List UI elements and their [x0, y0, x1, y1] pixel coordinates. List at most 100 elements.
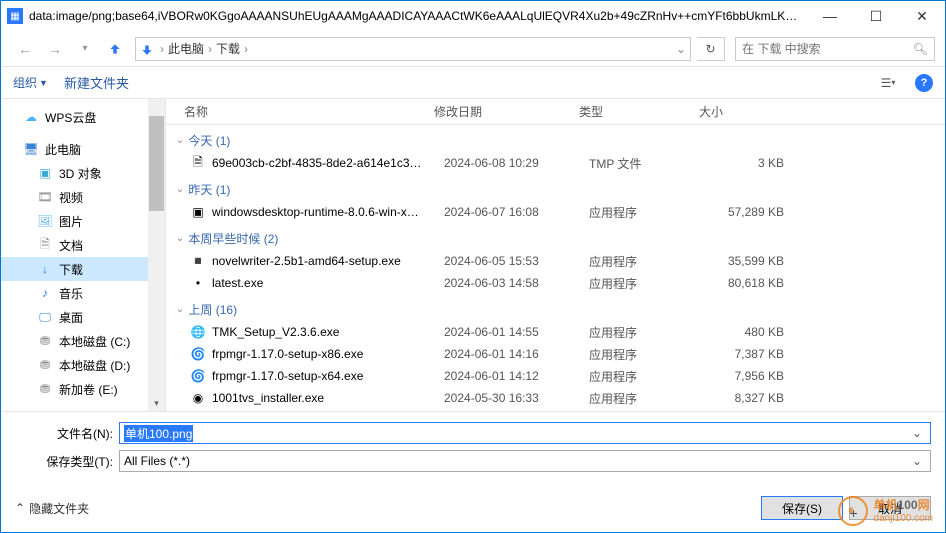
- file-row[interactable]: •latest.exe2024-06-03 14:58应用程序80,618 KB: [176, 272, 945, 294]
- file-icon: 🗎: [190, 155, 206, 171]
- help-button[interactable]: ?: [915, 74, 933, 92]
- file-date: 2024-06-01 14:16: [444, 347, 589, 361]
- file-type: 应用程序: [589, 390, 709, 407]
- file-type: TMP 文件: [589, 155, 709, 172]
- file-icon: •: [190, 275, 206, 291]
- group-header[interactable]: ⌄本周早些时候 (2): [176, 227, 945, 250]
- file-row[interactable]: ◉1001tvs_installer.exe2024-05-30 16:33应用…: [176, 387, 945, 409]
- sidebar-item-videos[interactable]: 🎞视频: [1, 185, 165, 209]
- file-row[interactable]: 🌀frpmgr-1.17.0-setup-x86.exe2024-06-01 1…: [176, 343, 945, 365]
- maximize-button[interactable]: ☐: [853, 1, 899, 31]
- nav-back-button[interactable]: ←: [11, 35, 39, 63]
- file-size: 7,387 KB: [709, 347, 784, 361]
- pc-icon: 🖥: [23, 141, 39, 157]
- file-icon: ◉: [190, 390, 206, 406]
- desktop-icon: 🖵: [37, 309, 53, 325]
- file-name: 1001tvs_installer.exe: [212, 391, 444, 405]
- column-headers: 名称 修改日期 类型 大小: [166, 99, 945, 125]
- sidebar-item-pc[interactable]: 🖥此电脑: [1, 137, 165, 161]
- file-icon: ▣: [190, 204, 206, 220]
- cancel-button[interactable]: 取消: [849, 496, 931, 520]
- save-form: 文件名(N): 单机100.png⌄ 保存类型(T): All Files (*…: [1, 411, 945, 488]
- file-date: 2024-06-08 10:29: [444, 156, 589, 170]
- sidebar-item-desktop[interactable]: 🖵桌面: [1, 305, 165, 329]
- breadcrumb-dropdown-icon[interactable]: ⌄: [676, 42, 686, 56]
- group-header[interactable]: ⌄昨天 (1): [176, 178, 945, 201]
- close-button[interactable]: ✕: [899, 1, 945, 31]
- sidebar-item-disk-e[interactable]: ⛃新加卷 (E:): [1, 377, 165, 401]
- search-box[interactable]: 🔍︎: [735, 37, 935, 61]
- breadcrumb[interactable]: › 此电脑 › 下载 › ⌄: [135, 37, 691, 61]
- search-input[interactable]: [742, 42, 913, 56]
- file-date: 2024-06-01 14:12: [444, 369, 589, 383]
- file-type: 应用程序: [589, 253, 709, 270]
- search-icon[interactable]: 🔍︎: [913, 42, 928, 56]
- sidebar-item-downloads[interactable]: ↓下载: [1, 257, 165, 281]
- toolbar: 组织 ▼ 新建文件夹 ☰▾ ?: [1, 67, 945, 99]
- sidebar-item-music[interactable]: ♪音乐: [1, 281, 165, 305]
- view-options-button[interactable]: ☰▾: [877, 72, 899, 94]
- file-type: 应用程序: [589, 275, 709, 292]
- file-name: 69e003cb-c2bf-4835-8de2-a614e1c3…: [212, 156, 444, 170]
- header-date[interactable]: 修改日期: [426, 103, 571, 120]
- file-name: novelwriter-2.5b1-amd64-setup.exe: [212, 254, 444, 268]
- nav-recent-dropdown[interactable]: ▾: [71, 35, 99, 63]
- nav-up-button[interactable]: [101, 35, 129, 63]
- file-row[interactable]: 🌐TMK_Setup_V2.3.6.exe2024-06-01 14:55应用程…: [176, 321, 945, 343]
- header-name[interactable]: 名称: [166, 103, 426, 120]
- sidebar-item-disk-d[interactable]: ⛃本地磁盘 (D:): [1, 353, 165, 377]
- file-date: 2024-06-01 14:55: [444, 325, 589, 339]
- savetype-select[interactable]: All Files (*.*)⌄: [119, 450, 931, 472]
- file-row[interactable]: ◾novelwriter-2.5b1-amd64-setup.exe2024-0…: [176, 250, 945, 272]
- header-type[interactable]: 类型: [571, 103, 691, 120]
- breadcrumb-pc[interactable]: 此电脑: [166, 40, 206, 57]
- file-size: 80,618 KB: [709, 276, 784, 290]
- music-icon: ♪: [37, 285, 53, 301]
- filename-label: 文件名(N):: [41, 425, 119, 442]
- footer: ⌃隐藏文件夹 保存(S) 取消 ◐+ 单机100网 danji100.com: [1, 488, 945, 532]
- file-size: 57,289 KB: [709, 205, 784, 219]
- navbar: ← → ▾ › 此电脑 › 下载 › ⌄ ↻ 🔍︎: [1, 31, 945, 67]
- file-name: frpmgr-1.17.0-setup-x64.exe: [212, 369, 444, 383]
- sidebar-item-disk-c[interactable]: ⛃本地磁盘 (C:): [1, 329, 165, 353]
- group-header[interactable]: ⌄今天 (1): [176, 129, 945, 152]
- picture-icon: 🖼: [37, 213, 53, 229]
- sidebar: ☁WPS云盘 🖥此电脑 ▣3D 对象 🎞视频 🖼图片 🗎文档 ↓下载 ♪音乐 🖵…: [1, 99, 166, 411]
- cube-icon: ▣: [37, 165, 53, 181]
- content-pane: 名称 修改日期 类型 大小 ⌄今天 (1) 🗎 69e003cb-c2bf-4835…: [166, 99, 945, 411]
- file-icon: 🌐: [190, 324, 206, 340]
- chevron-down-icon: ⌄: [176, 135, 184, 146]
- titlebar: ▦ data:image/png;base64,iVBORw0KGgoAAAAN…: [1, 1, 945, 31]
- file-date: 2024-06-03 14:58: [444, 276, 589, 290]
- filename-input[interactable]: 单机100.png⌄: [119, 422, 931, 444]
- group-header[interactable]: ⌄上周 (16): [176, 298, 945, 321]
- chevron-down-icon[interactable]: ⌄: [908, 454, 926, 468]
- hide-folders-button[interactable]: ⌃隐藏文件夹: [15, 500, 89, 517]
- window-controls: — ☐ ✕: [807, 1, 945, 31]
- file-row[interactable]: 🌀frpmgr-1.17.0-setup-x64.exe2024-06-01 1…: [176, 365, 945, 387]
- chevron-down-icon[interactable]: ⌄: [908, 426, 926, 440]
- main-area: ☁WPS云盘 🖥此电脑 ▣3D 对象 🎞视频 🖼图片 🗎文档 ↓下载 ♪音乐 🖵…: [1, 99, 945, 411]
- file-size: 480 KB: [709, 325, 784, 339]
- save-button[interactable]: 保存(S): [761, 496, 843, 520]
- refresh-button[interactable]: ↻: [697, 37, 725, 61]
- minimize-button[interactable]: —: [807, 1, 853, 31]
- breadcrumb-downloads[interactable]: 下载: [214, 40, 242, 57]
- file-name: windowsdesktop-runtime-8.0.6-win-x…: [212, 205, 444, 219]
- sidebar-item-pictures[interactable]: 🖼图片: [1, 209, 165, 233]
- sidebar-item-wps[interactable]: ☁WPS云盘: [1, 105, 165, 129]
- sidebar-item-3d[interactable]: ▣3D 对象: [1, 161, 165, 185]
- sidebar-item-documents[interactable]: 🗎文档: [1, 233, 165, 257]
- sidebar-scrollbar[interactable]: ▾: [148, 99, 165, 411]
- file-row[interactable]: ▣windowsdesktop-runtime-8.0.6-win-x…2024…: [176, 201, 945, 223]
- header-size[interactable]: 大小: [691, 103, 776, 120]
- new-folder-button[interactable]: 新建文件夹: [64, 73, 129, 92]
- file-size: 8,327 KB: [709, 391, 784, 405]
- chevron-down-icon: ⌄: [176, 304, 184, 315]
- disk-icon: ⛃: [37, 381, 53, 397]
- chevron-right-icon: ›: [158, 42, 166, 56]
- chevron-down-icon: ⌄: [176, 184, 184, 195]
- file-row[interactable]: 🗎 69e003cb-c2bf-4835-8de2-a614e1c3…2024-0…: [176, 152, 945, 174]
- window-title: data:image/png;base64,iVBORw0KGgoAAAANSU…: [23, 9, 807, 23]
- organize-button[interactable]: 组织 ▼: [13, 74, 48, 91]
